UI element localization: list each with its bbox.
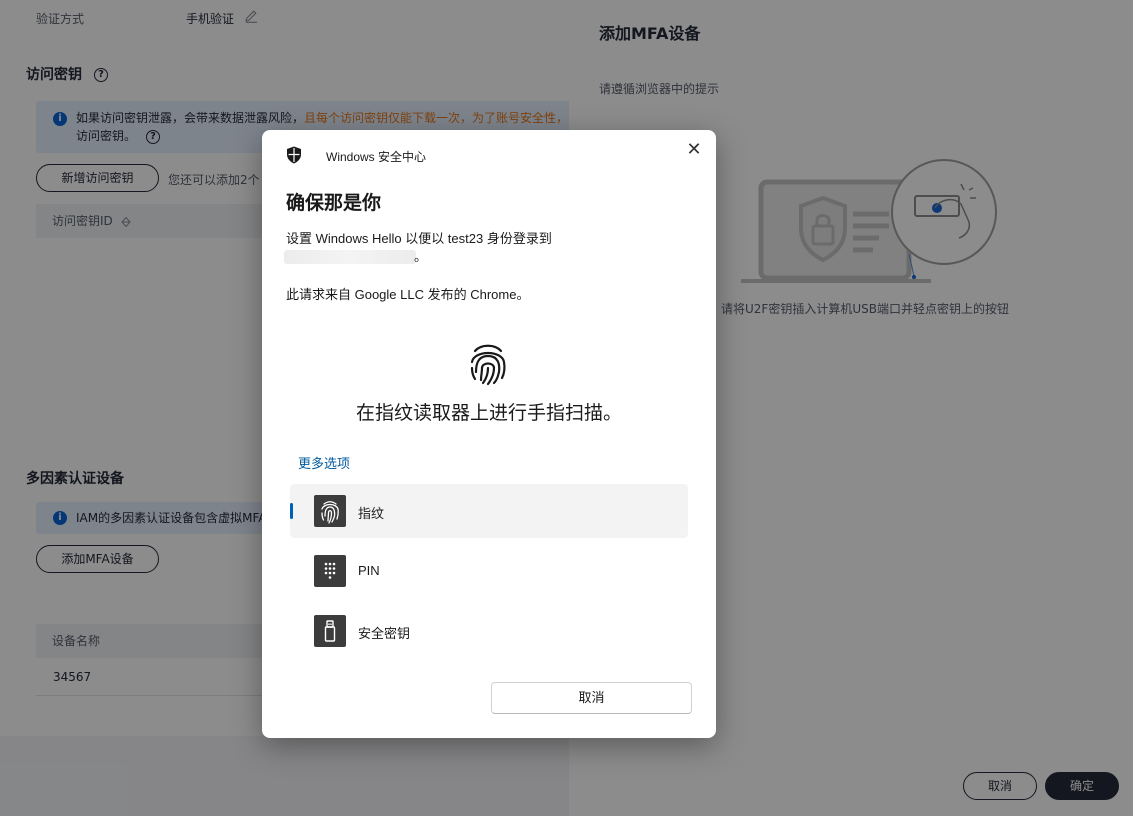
option-label: 指纹 (358, 506, 385, 521)
more-options-link[interactable]: 更多选项 (298, 453, 350, 472)
option-label: PIN (358, 563, 380, 578)
close-icon[interactable]: ✕ (682, 138, 706, 162)
keypad-icon (314, 555, 346, 587)
windows-security-dialog: Windows 安全中心 ✕ 确保那是你 设置 Windows Hello 以便… (262, 130, 716, 738)
option-fingerprint[interactable]: 指纹 (290, 484, 688, 538)
selection-indicator (290, 503, 293, 519)
shield-icon (287, 146, 301, 164)
usb-key-icon (314, 615, 346, 647)
fingerprint-icon (314, 495, 346, 527)
dialog-app-name: Windows 安全中心 (326, 150, 427, 164)
dialog-setup-text: 设置 Windows Hello 以便以 test23 身份登录到 (286, 231, 552, 246)
dialog-period: 。 (414, 249, 428, 264)
dialog-cancel-button[interactable]: 取消 (491, 682, 692, 714)
scan-instruction: 在指纹读取器上进行手指扫描。 (355, 403, 622, 424)
option-label: 安全密钥 (358, 626, 411, 641)
option-pin[interactable]: PIN (290, 544, 688, 598)
option-security-key[interactable]: 安全密钥 (290, 604, 688, 658)
redacted-site-name (284, 250, 416, 264)
dialog-request-text: 此请求来自 Google LLC 发布的 Chrome。 (286, 287, 530, 302)
fingerprint-icon (470, 344, 506, 386)
dialog-heading: 确保那是你 (286, 193, 382, 214)
